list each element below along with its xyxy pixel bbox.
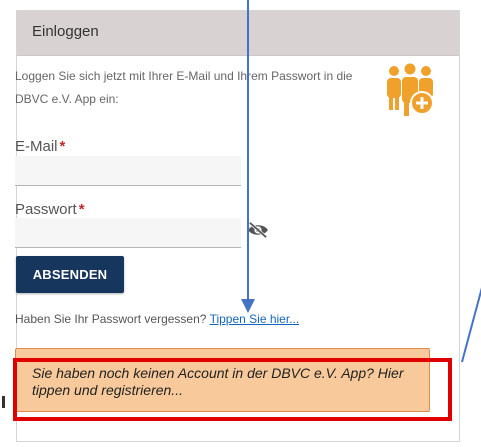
email-label: E-Mail * <box>15 138 66 155</box>
card-header: Einloggen <box>17 11 459 56</box>
intro-text: Loggen Sie sich jetzt mit Ihrer E-Mail u… <box>15 69 353 106</box>
forgot-password-text: Haben Sie Ihr Passwort vergessen? Tippen… <box>15 312 300 326</box>
card-title: Einloggen <box>32 23 99 40</box>
side-marker <box>2 396 5 408</box>
password-field-container <box>15 218 241 248</box>
annotation-line-right <box>461 287 481 363</box>
email-field-container <box>15 156 241 186</box>
password-field[interactable] <box>15 218 241 247</box>
users-add-icon <box>387 63 434 116</box>
password-label: Passwort * <box>15 201 85 218</box>
eye-slash-icon[interactable] <box>247 221 269 239</box>
email-field[interactable] <box>15 156 241 185</box>
register-text: Sie haben noch keinen Account in der DBV… <box>32 365 404 398</box>
submit-button[interactable]: ABSENDEN <box>16 256 124 293</box>
register-button[interactable]: Sie haben noch keinen Account in der DBV… <box>15 348 430 412</box>
forgot-password-link[interactable]: Tippen Sie hier... <box>210 312 300 326</box>
